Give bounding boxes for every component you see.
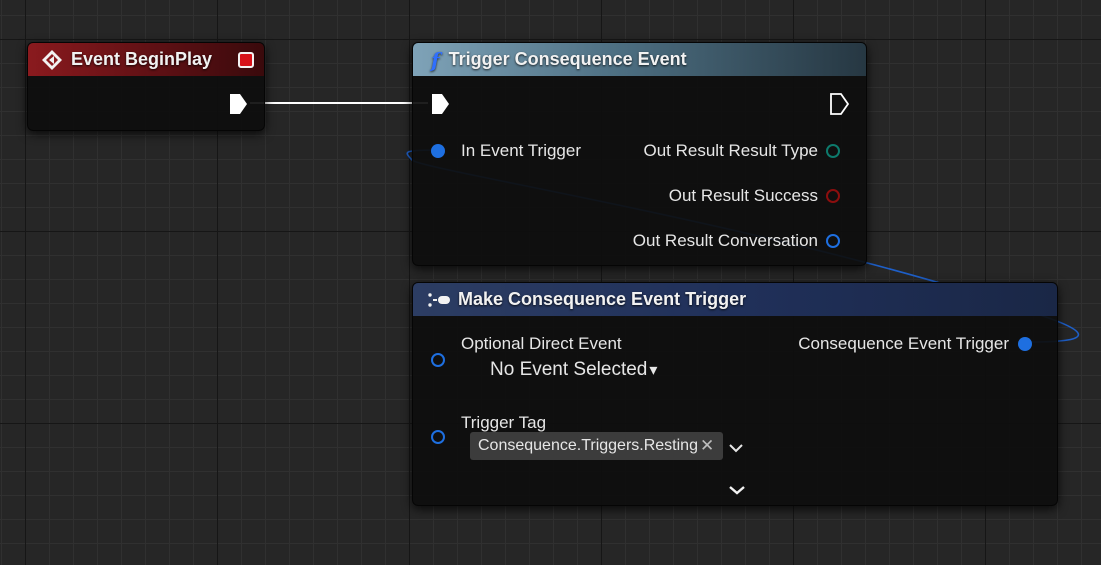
out-result-success-pin[interactable] <box>826 189 840 203</box>
out-result-type-pin[interactable] <box>826 144 840 158</box>
make-node-title: Make Consequence Event Trigger <box>458 289 747 309</box>
make-node-header[interactable]: Make Consequence Event Trigger <box>413 283 1057 316</box>
exec-in-pin[interactable] <box>430 93 450 115</box>
consequence-event-trigger-pin[interactable] <box>1018 337 1032 351</box>
expand-chevron-down-icon[interactable] <box>729 485 745 495</box>
stop-square-icon[interactable] <box>238 52 254 68</box>
trigger-tag-label: Trigger Tag <box>461 413 547 432</box>
exec-out-pin[interactable] <box>228 93 248 115</box>
out-result-type-label: Out Result Result Type <box>643 141 819 160</box>
trigger-node-title: Trigger Consequence Event <box>448 49 687 69</box>
dropdown-arrow-icon: ▾ <box>649 362 658 379</box>
optional-direct-event-pin[interactable] <box>431 353 445 367</box>
make-consequence-event-trigger-node[interactable]: Make Consequence Event Trigger Optional … <box>412 282 1058 506</box>
event-beginplay-node[interactable]: Event BeginPlay <box>27 42 265 131</box>
function-f-icon: f <box>431 47 440 72</box>
trigger-consequence-event-node[interactable]: f Trigger Consequence Event In Event Tri… <box>412 42 867 266</box>
trigger-tag-value: Consequence.Triggers.Resting <box>478 437 698 454</box>
clear-tag-icon[interactable]: ✕ <box>700 437 714 454</box>
out-result-conversation-label: Out Result Conversation <box>632 231 818 250</box>
event-beginplay-header[interactable]: Event BeginPlay <box>28 43 264 76</box>
trigger-node-header[interactable]: f Trigger Consequence Event <box>413 43 866 76</box>
optional-direct-event-label: Optional Direct Event <box>461 334 622 353</box>
event-select-value: No Event Selected <box>490 359 648 380</box>
consequence-event-trigger-label: Consequence Event Trigger <box>798 334 1009 353</box>
trigger-tag-chip[interactable]: Consequence.Triggers.Resting ✕ <box>470 432 723 460</box>
in-event-trigger-label: In Event Trigger <box>461 141 582 160</box>
out-result-success-label: Out Result Success <box>668 186 818 205</box>
event-select-dropdown[interactable]: No Event Selected ▾ <box>490 359 657 381</box>
make-struct-icon <box>428 292 450 307</box>
in-event-trigger-pin[interactable] <box>431 144 445 158</box>
event-diamond-icon <box>42 49 62 70</box>
exec-then-pin[interactable] <box>829 93 849 115</box>
out-result-conversation-pin[interactable] <box>826 234 840 248</box>
event-beginplay-title: Event BeginPlay <box>71 49 213 69</box>
trigger-tag-pin[interactable] <box>431 430 445 444</box>
tag-chevron-down-icon[interactable] <box>729 443 743 453</box>
